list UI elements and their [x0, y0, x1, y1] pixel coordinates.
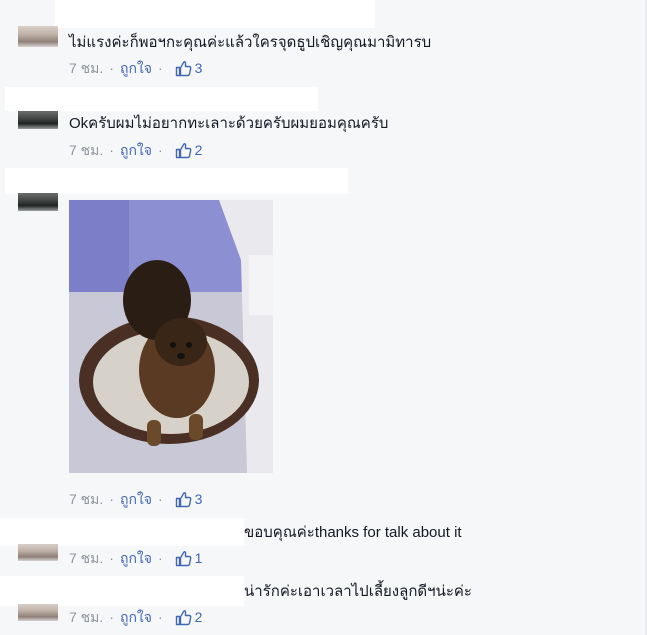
comment-timestamp[interactable]: 7 ชม.: [69, 59, 103, 77]
commenter-avatar[interactable]: [18, 111, 58, 129]
separator: ·: [109, 142, 114, 158]
separator: ·: [157, 142, 163, 158]
like-count[interactable]: 2: [195, 608, 203, 626]
comment-thread: ไม่แรงค่ะก็พอฯกะคุณค่ะแล้วใครจุดธูปเชิญค…: [0, 0, 647, 635]
commenter-avatar[interactable]: [18, 544, 58, 561]
thumbs-up-icon[interactable]: [175, 491, 192, 508]
like-link[interactable]: ถูกใจ: [120, 141, 152, 159]
like-count[interactable]: 3: [195, 59, 203, 77]
commenter-avatar[interactable]: [18, 26, 58, 47]
redacted-name-bar: [0, 576, 244, 606]
thumbs-up-icon[interactable]: [175, 550, 192, 567]
like-link[interactable]: ถูกใจ: [120, 490, 152, 508]
commenter-avatar[interactable]: [18, 193, 58, 211]
like-link[interactable]: ถูกใจ: [120, 59, 152, 77]
like-count[interactable]: 1: [195, 549, 203, 567]
dog-photo-image: [69, 200, 273, 473]
comment-meta: 7 ชม. · ถูกใจ · 3: [69, 59, 202, 77]
comment-meta: 7 ชม. · ถูกใจ · 2: [69, 141, 202, 159]
comment-timestamp[interactable]: 7 ชม.: [69, 608, 103, 626]
comment-meta: 7 ชม. · ถูกใจ · 3: [69, 490, 202, 508]
like-count[interactable]: 3: [195, 490, 203, 508]
commenter-avatar[interactable]: [18, 604, 58, 621]
separator: ·: [157, 609, 163, 625]
comment-text: น่ารักค่ะเอาเวลาไปเลี้ยงลูกดีฯน่ะค่ะ: [244, 583, 472, 600]
separator: ·: [109, 491, 114, 507]
redacted-name-bar: [55, 0, 375, 28]
thumbs-up-icon[interactable]: [175, 142, 192, 159]
redacted-name-bar: [5, 87, 318, 111]
comment-text: ขอบคุณค่ะthanks for talk about it: [244, 524, 462, 541]
separator: ·: [109, 609, 114, 625]
comment-timestamp[interactable]: 7 ชม.: [69, 490, 103, 508]
separator: ·: [157, 491, 163, 507]
comment-meta: 7 ชม. · ถูกใจ · 2: [69, 608, 202, 626]
like-count[interactable]: 2: [195, 141, 203, 159]
comment-photo[interactable]: [69, 200, 273, 473]
thumbs-up-icon[interactable]: [175, 60, 192, 77]
comment-text: ไม่แรงค่ะก็พอฯกะคุณค่ะแล้วใครจุดธูปเชิญค…: [69, 34, 432, 51]
separator: ·: [109, 60, 114, 76]
redacted-name-bar: [5, 168, 348, 194]
separator: ·: [157, 60, 163, 76]
comment-meta: 7 ชม. · ถูกใจ · 1: [69, 549, 202, 567]
like-link[interactable]: ถูกใจ: [120, 549, 152, 567]
separator: ·: [109, 550, 114, 566]
like-link[interactable]: ถูกใจ: [120, 608, 152, 626]
redacted-name-bar: [0, 518, 244, 546]
comment-timestamp[interactable]: 7 ชม.: [69, 141, 103, 159]
thumbs-up-icon[interactable]: [175, 609, 192, 626]
comment-timestamp[interactable]: 7 ชม.: [69, 549, 103, 567]
separator: ·: [157, 550, 163, 566]
comment-text: Okครับผมไม่อยากทะเลาะด้วยครับผมยอมคุณครั…: [69, 115, 389, 132]
